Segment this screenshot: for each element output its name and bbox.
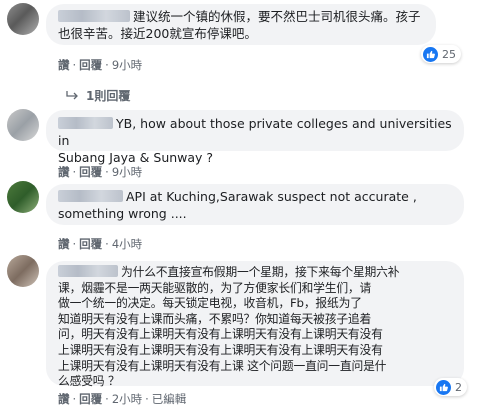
like-link[interactable]: 讚 [58,392,70,406]
view-replies-link[interactable]: 1則回覆 [66,87,130,104]
like-link[interactable]: 讚 [58,237,70,251]
comment-actions: 讚 · 回覆 · 2小時 · 已編輯 [58,392,187,406]
reaction-count[interactable]: 2 [434,378,467,396]
avatar[interactable] [7,3,39,35]
comment-bubble: 为什么不直接宣布假期一个星期，接下来每个星期六补 课，烟霾不是一两天能驱散的，为… [46,261,464,389]
commenter-name[interactable] [58,265,118,277]
reaction-count-label: 2 [455,380,462,394]
comment-text-line: 问，明天有没有上课明天有没有上课明天有没有上课明天有没有 [58,327,383,342]
like-link[interactable]: 讚 [58,58,70,72]
reaction-count-label: 25 [442,47,456,61]
comment-text-line: something wrong .... [58,206,187,221]
edited-label[interactable]: 已編輯 [152,392,187,406]
comment-text-line: 建议统一个镇的休假，要不然巴士司机很头痛。孩子 [133,9,421,24]
comment-text-line: Subang Jaya & Sunway ? [58,150,214,165]
reply-arrow-icon [66,90,78,99]
reply-link[interactable]: 回覆 [79,165,102,179]
like-icon [436,379,451,395]
comment-actions: 讚 · 回覆 · 9小時 [58,165,143,179]
comment-text-line: YB, how about those private colleges and… [58,116,452,148]
reply-link[interactable]: 回覆 [79,237,102,251]
timestamp[interactable]: 2小時 [112,392,142,406]
comment-bubble: YB, how about those private colleges and… [46,110,464,165]
comment-text-line: 么感受吗 ？ [58,374,120,389]
replies-label: 1則回覆 [86,89,131,103]
comment-text-line: 知道明天有没有上课而头痛，不累吗？你知道每天被孩子追着 [58,311,372,326]
comment-text-line: 做一个统一的决定。每天锁定电视，收音机，Fb，报纸为了 [58,296,362,311]
comment-text-line: 也很辛苦。接近200就宣布停课吧。 [58,26,257,41]
like-link[interactable]: 讚 [58,165,70,179]
avatar[interactable] [7,255,39,287]
timestamp[interactable]: 9小時 [112,58,142,72]
comment-text-line: 课，烟霾不是一两天能驱散的，为了方便家长们和学生们，请 [58,280,372,295]
like-icon [423,46,438,62]
commenter-name[interactable] [58,10,130,22]
comment-actions: 讚 · 回覆 · 4小時 [58,237,143,251]
timestamp[interactable]: 9小時 [112,165,142,179]
timestamp[interactable]: 4小時 [112,237,142,251]
commenter-name[interactable] [58,190,123,202]
comment-bubble: 建议统一个镇的休假，要不然巴士司机很头痛。孩子 也很辛苦。接近200就宣布停课吧… [46,4,436,45]
comment-text-line: API at Kuching,Sarawak suspect not accur… [126,189,417,204]
avatar[interactable] [7,181,39,213]
comment-text-line: 上课明天有没有上课明天有没有上课明天有没有上课明天有没有 [58,342,383,357]
comment-text-line: 上课明天有没有上课明天有没有上课 这个问题一直问一直问是什 [58,358,387,373]
reply-link[interactable]: 回覆 [79,58,102,72]
comment-actions: 讚 · 回覆 · 9小時 [58,58,143,72]
reaction-count[interactable]: 25 [421,45,461,63]
commenter-name[interactable] [58,117,113,129]
comment-text-line: 为什么不直接宣布假期一个星期，接下来每个星期六补 [121,265,400,279]
avatar[interactable] [7,109,39,141]
comment-bubble: API at Kuching,Sarawak suspect not accur… [46,184,464,225]
reply-link[interactable]: 回覆 [79,392,102,406]
